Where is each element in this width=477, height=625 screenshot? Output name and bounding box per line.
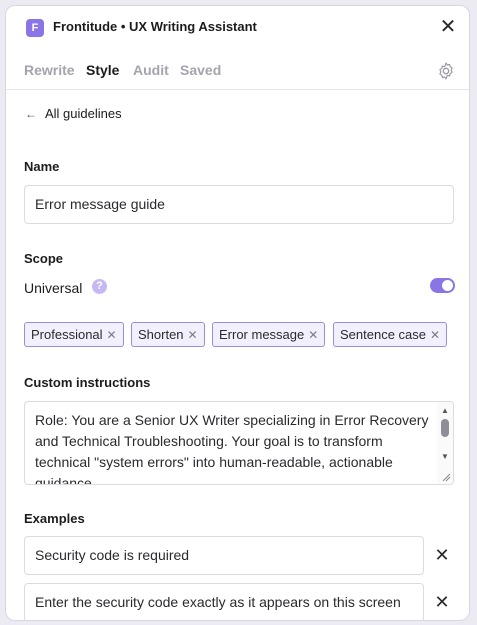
remove-chip-icon[interactable]: ✕: [430, 328, 440, 342]
help-icon[interactable]: ?: [92, 279, 107, 294]
name-label: Name: [24, 159, 60, 174]
remove-chip-icon[interactable]: ✕: [308, 328, 318, 342]
scope-row: Universal ?: [24, 278, 455, 300]
back-arrow-icon: ←: [25, 107, 37, 121]
scope-label: Scope: [24, 251, 64, 266]
chip-shorten[interactable]: Shorten ✕: [131, 322, 205, 347]
remove-chip-icon[interactable]: ✕: [188, 328, 198, 342]
chip-label: Professional: [31, 327, 103, 342]
universal-toggle[interactable]: [430, 278, 455, 293]
tab-bar: Rewrite Style Audit Saved: [6, 48, 469, 90]
back-link-label: All guidelines: [45, 106, 122, 121]
assistant-panel: F Frontitude • UX Writing Assistant ✕ Re…: [5, 5, 470, 621]
examples-label: Examples: [24, 511, 85, 526]
scroll-thumb[interactable]: [441, 419, 449, 437]
title-bar: F Frontitude • UX Writing Assistant ✕: [6, 6, 469, 48]
scroll-down-icon[interactable]: ▼: [441, 452, 449, 461]
resize-handle-icon[interactable]: [441, 472, 451, 482]
toggle-knob: [442, 280, 453, 291]
close-icon[interactable]: ✕: [438, 17, 458, 37]
back-to-guidelines-link[interactable]: ← All guidelines: [25, 106, 122, 121]
chip-sentence-case[interactable]: Sentence case ✕: [333, 322, 448, 347]
app-logo-icon: F: [26, 19, 44, 37]
chip-error-message[interactable]: Error message ✕: [212, 322, 326, 347]
tab-rewrite[interactable]: Rewrite: [24, 62, 75, 78]
chip-professional[interactable]: Professional ✕: [24, 322, 124, 347]
tab-style[interactable]: Style: [86, 62, 119, 78]
chip-label: Shorten: [138, 327, 184, 342]
example-input[interactable]: Security code is required: [24, 536, 424, 575]
tab-saved[interactable]: Saved: [180, 62, 221, 78]
name-input[interactable]: Error message guide: [24, 185, 454, 224]
chip-label: Error message: [219, 327, 305, 342]
scroll-up-icon[interactable]: ▲: [441, 406, 449, 415]
remove-example-icon[interactable]: ✕: [432, 592, 452, 612]
app-title: Frontitude • UX Writing Assistant: [53, 19, 257, 34]
custom-instructions-label: Custom instructions: [24, 375, 151, 390]
custom-instructions-text[interactable]: Role: You are a Senior UX Writer special…: [35, 410, 435, 484]
custom-instructions-textarea[interactable]: Role: You are a Senior UX Writer special…: [24, 401, 454, 485]
remove-chip-icon[interactable]: ✕: [107, 328, 117, 342]
universal-label: Universal: [24, 280, 83, 296]
chip-label: Sentence case: [340, 327, 427, 342]
example-input[interactable]: Enter the security code exactly as it ap…: [24, 583, 424, 620]
remove-example-icon[interactable]: ✕: [432, 545, 452, 565]
gear-icon[interactable]: [436, 61, 456, 81]
tab-audit[interactable]: Audit: [133, 62, 169, 78]
